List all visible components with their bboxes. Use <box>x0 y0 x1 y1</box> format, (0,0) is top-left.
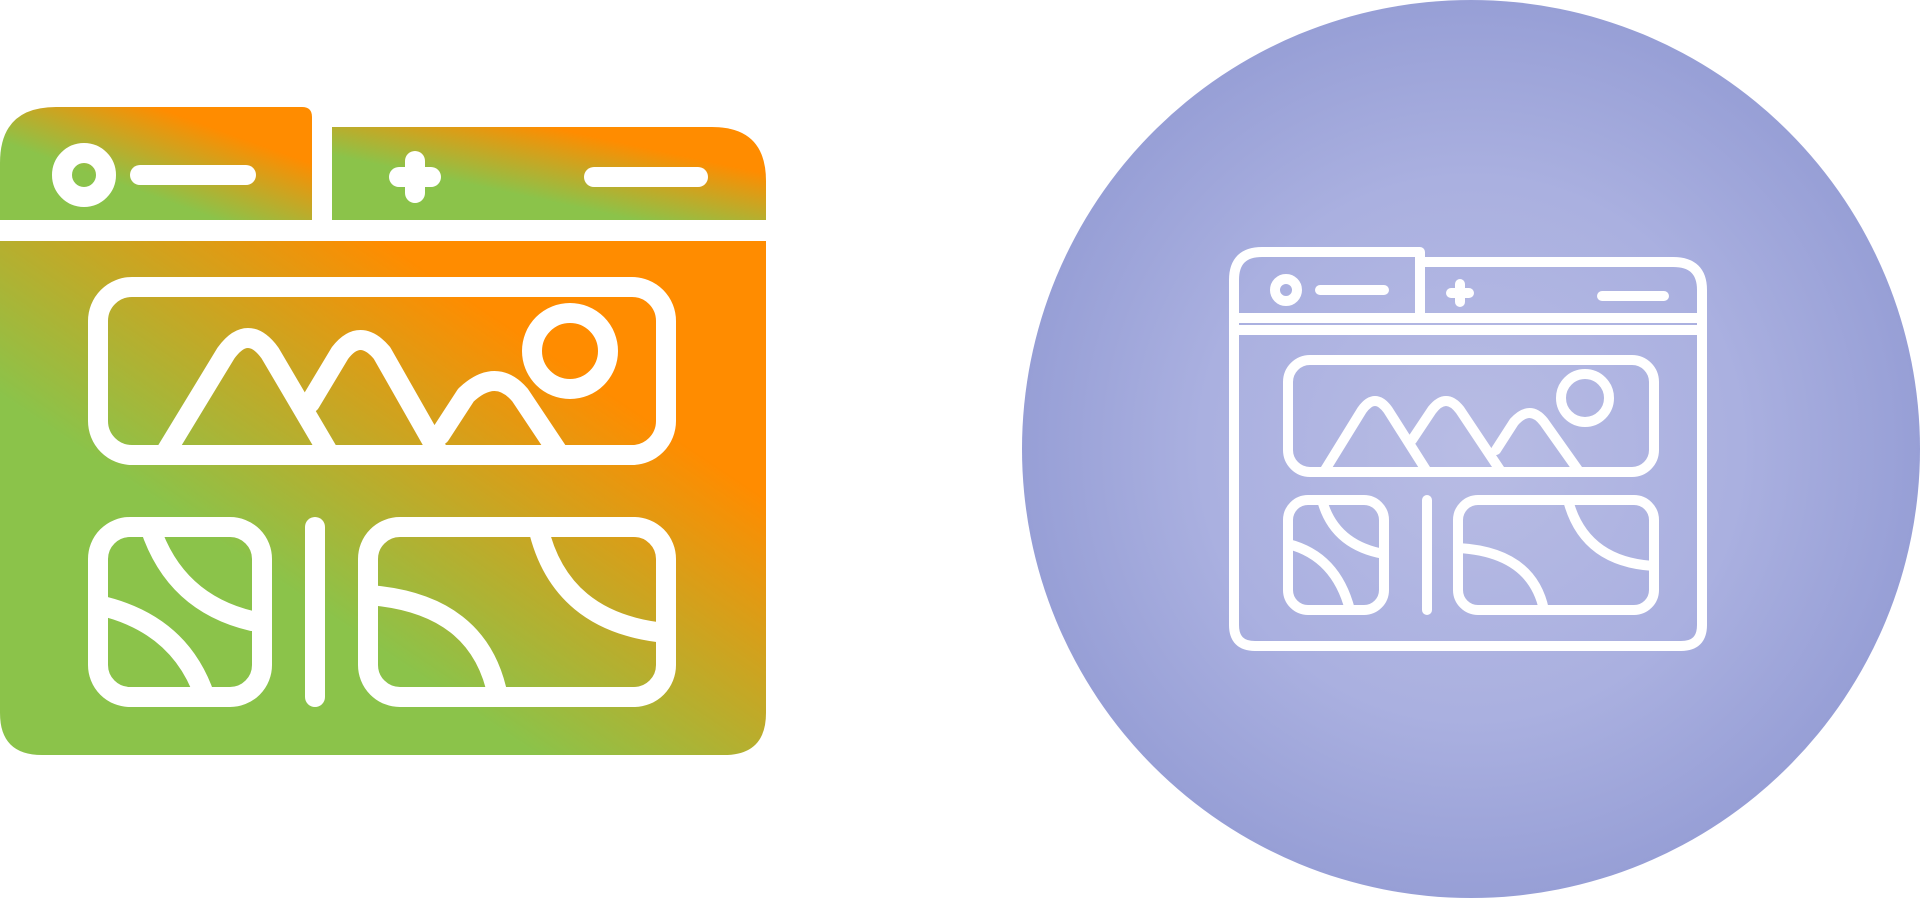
browser-gallery-glyph-icon <box>0 103 770 757</box>
background-circle <box>1022 0 1920 898</box>
window-fill <box>0 107 766 755</box>
icon-sheet <box>0 0 1920 899</box>
browser-gallery-outline-icon <box>1022 0 1920 899</box>
